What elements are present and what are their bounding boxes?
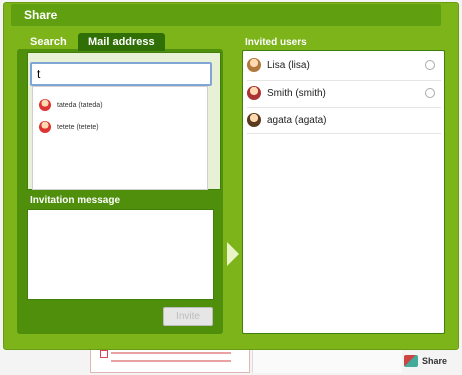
invited-user-name: agata (agata) [267, 114, 327, 126]
search-input[interactable] [32, 64, 210, 84]
share-footer-label: Share [422, 356, 448, 366]
invite-button[interactable]: Invite [163, 307, 213, 326]
divider [247, 133, 441, 134]
user-avatar-icon [39, 121, 51, 133]
user-avatar-icon [39, 99, 51, 111]
invitation-message-field[interactable] [27, 209, 214, 300]
background-icon [100, 350, 108, 358]
share-icon [404, 355, 418, 367]
search-input-wrapper[interactable] [30, 62, 212, 86]
invited-user-row[interactable]: Smith (smith) [247, 82, 441, 104]
tab-mail-address[interactable]: Mail address [78, 33, 165, 51]
dialog-titlebar: Share [11, 4, 441, 26]
arrow-right-icon [227, 242, 239, 266]
suggestion-item[interactable]: tateda (tateda) [39, 95, 103, 115]
background-line [111, 360, 231, 362]
divider [247, 80, 441, 81]
suggestion-item[interactable]: tetete (tetete) [39, 117, 99, 137]
invited-user-row[interactable]: Lisa (lisa) [247, 54, 441, 76]
remove-radio[interactable] [425, 60, 435, 70]
suggestion-label: tateda (tateda) [57, 101, 103, 109]
share-footer-button[interactable]: Share [404, 350, 460, 372]
invited-users-label: Invited users [245, 37, 307, 48]
invited-user-name: Smith (smith) [267, 87, 326, 99]
invited-user-row[interactable]: agata (agata) [247, 109, 441, 131]
dialog-title: Share [24, 8, 58, 22]
divider [247, 107, 441, 108]
remove-radio[interactable] [425, 88, 435, 98]
tab-search[interactable]: Search [22, 33, 75, 51]
suggestion-dropdown: tateda (tateda) tetete (tetete) [32, 86, 208, 190]
user-avatar-icon [247, 86, 261, 100]
invitation-message-label: Invitation message [30, 195, 121, 206]
invited-user-name: Lisa (lisa) [267, 59, 310, 71]
background-line [111, 352, 231, 354]
user-avatar-icon [247, 58, 261, 72]
suggestion-label: tetete (tetete) [57, 123, 99, 131]
user-avatar-icon [247, 113, 261, 127]
